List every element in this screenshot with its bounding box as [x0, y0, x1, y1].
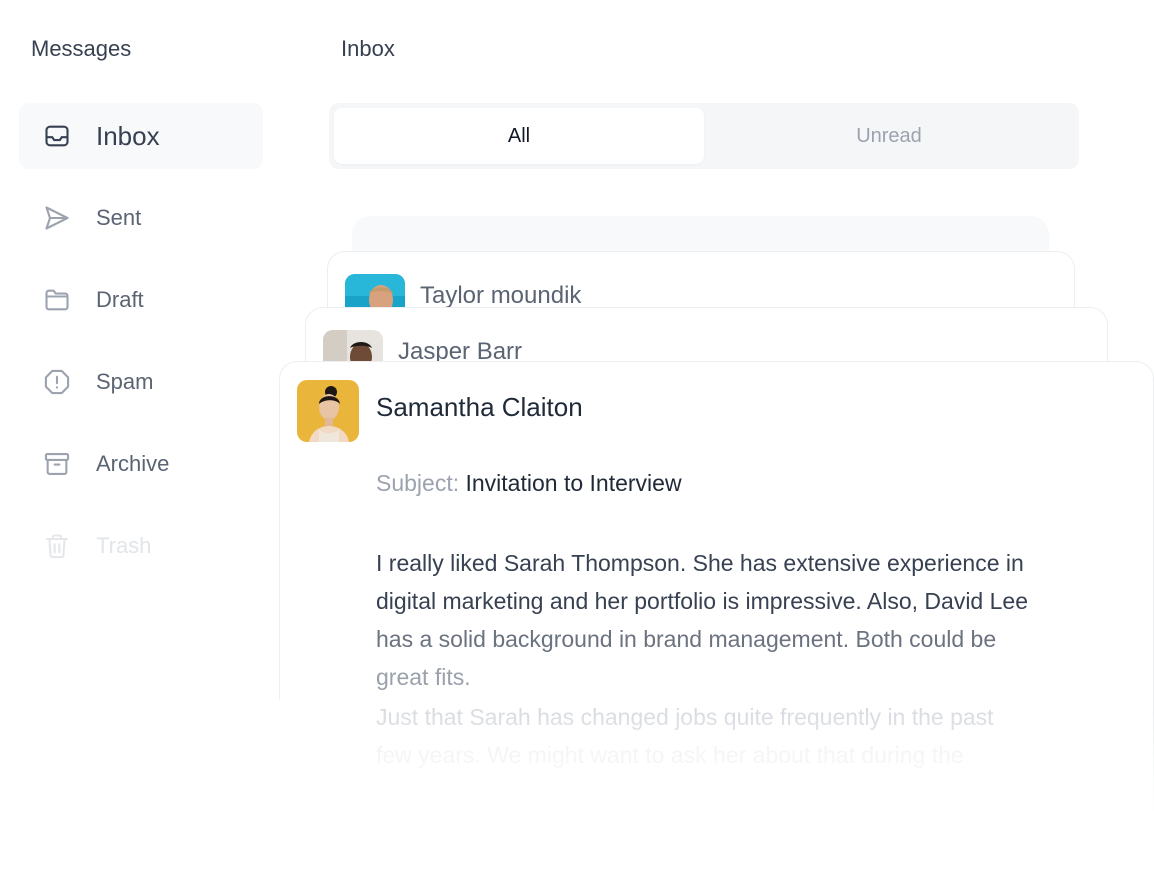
archive-icon — [43, 450, 71, 478]
message-card-open[interactable]: Samantha Claiton Subject: Invitation to … — [279, 361, 1154, 884]
sidebar-item-label: Inbox — [96, 120, 160, 151]
sidebar-item-draft[interactable]: Draft — [19, 267, 263, 333]
sender-name: Samantha Claiton — [376, 392, 583, 422]
sidebar-nav: Inbox Sent Draft Spam Archive Trash — [19, 103, 263, 595]
subject-text: Invitation to Interview — [465, 470, 682, 496]
message-body-line: great fits. — [376, 664, 471, 690]
message-body-line: I really liked Sarah Thompson. She has e… — [376, 550, 1024, 576]
sidebar-item-label: Trash — [96, 533, 152, 558]
sidebar-item-inbox[interactable]: Inbox — [19, 103, 263, 169]
message-body-line: Just that Sarah has changed jobs quite f… — [376, 704, 994, 730]
tab-unread[interactable]: Unread — [704, 108, 1074, 164]
message-body-line: digital marketing and her portfolio is i… — [376, 588, 1028, 614]
inbox-icon — [43, 122, 71, 150]
sidebar-item-label: Archive — [96, 451, 170, 476]
message-body: I really liked Sarah Thompson. She has e… — [376, 544, 1141, 774]
message-body-line: few years. We might want to ask her abou… — [376, 742, 964, 768]
alert-octagon-icon — [43, 368, 71, 396]
message-subject: Subject: Invitation to Interview — [376, 470, 682, 497]
avatar — [297, 380, 359, 442]
sender-name: Taylor moundik — [420, 282, 582, 309]
fade-overlay-left — [260, 700, 300, 884]
tab-all[interactable]: All — [334, 108, 704, 164]
folder-icon — [43, 286, 71, 314]
sidebar-item-label: Sent — [96, 205, 142, 230]
sidebar-item-sent[interactable]: Sent — [19, 185, 263, 251]
page-title: Inbox — [341, 36, 395, 61]
sidebar-item-spam[interactable]: Spam — [19, 349, 263, 415]
sidebar-item-label: Draft — [96, 287, 144, 312]
message-body-line: has a solid background in brand manageme… — [376, 626, 997, 652]
sidebar-item-label: Spam — [96, 369, 154, 394]
sidebar-item-trash[interactable]: Trash — [19, 513, 263, 579]
trash-icon — [43, 532, 71, 560]
send-icon — [43, 204, 71, 232]
sidebar-title: Messages — [31, 36, 132, 61]
sidebar-item-archive[interactable]: Archive — [19, 431, 263, 497]
subject-label: Subject: — [376, 470, 460, 496]
inbox-tabs: All Unread — [329, 103, 1079, 169]
